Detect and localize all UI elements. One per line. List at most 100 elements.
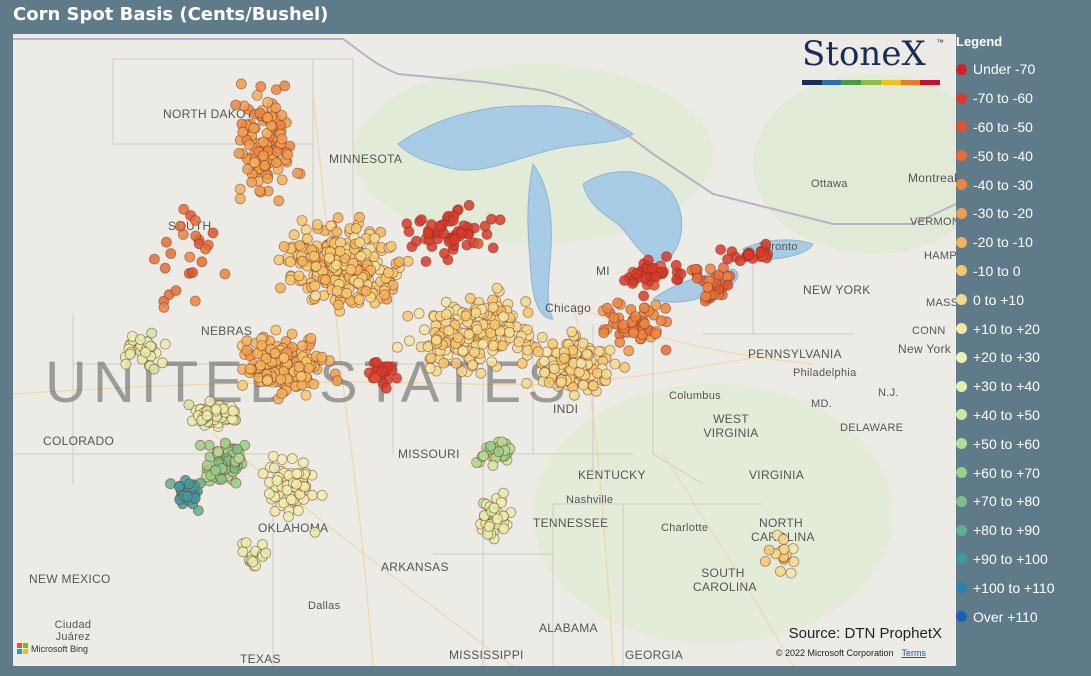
basis-point[interactable] xyxy=(135,334,146,345)
basis-point[interactable] xyxy=(296,340,308,352)
basis-point[interactable] xyxy=(425,352,437,364)
basis-point[interactable] xyxy=(498,311,509,323)
basis-point[interactable] xyxy=(577,337,589,349)
basis-point[interactable] xyxy=(173,481,185,492)
basis-point[interactable] xyxy=(158,301,170,313)
basis-point[interactable] xyxy=(460,310,472,322)
legend-item[interactable]: 0 to +10 xyxy=(956,285,1091,314)
basis-point[interactable] xyxy=(604,344,616,356)
basis-point[interactable] xyxy=(488,502,500,514)
basis-point[interactable] xyxy=(292,167,303,179)
basis-point[interactable] xyxy=(379,289,391,301)
basis-point[interactable] xyxy=(675,268,687,280)
basis-point[interactable] xyxy=(371,356,382,368)
basis-point[interactable] xyxy=(273,195,285,207)
basis-point[interactable] xyxy=(722,253,733,265)
basis-point[interactable] xyxy=(410,235,422,247)
basis-point[interactable] xyxy=(184,251,196,263)
basis-point[interactable] xyxy=(619,275,630,286)
basis-point[interactable] xyxy=(650,271,662,283)
basis-point[interactable] xyxy=(555,376,567,388)
basis-point[interactable] xyxy=(276,133,288,145)
basis-point[interactable] xyxy=(156,357,168,369)
basis-point[interactable] xyxy=(316,489,328,501)
basis-point[interactable] xyxy=(573,366,585,378)
basis-point[interactable] xyxy=(334,245,346,257)
basis-point[interactable] xyxy=(200,243,211,255)
basis-point[interactable] xyxy=(278,241,290,252)
basis-point[interactable] xyxy=(270,157,282,169)
basis-point[interactable] xyxy=(513,336,525,348)
basis-point[interactable] xyxy=(424,362,436,374)
basis-point[interactable] xyxy=(210,464,222,476)
basis-point[interactable] xyxy=(296,215,308,226)
basis-point[interactable] xyxy=(148,253,160,265)
basis-point[interactable] xyxy=(260,547,272,559)
terms-link[interactable]: Terms xyxy=(902,648,927,658)
basis-point[interactable] xyxy=(628,327,640,339)
basis-point[interactable] xyxy=(715,244,726,256)
basis-point[interactable] xyxy=(284,256,296,268)
basis-point[interactable] xyxy=(286,453,298,465)
basis-point[interactable] xyxy=(332,212,344,224)
basis-point[interactable] xyxy=(189,215,201,226)
basis-point[interactable] xyxy=(354,211,365,223)
basis-point[interactable] xyxy=(219,268,231,280)
legend-item[interactable]: +70 to +80 xyxy=(956,487,1091,516)
basis-point[interactable] xyxy=(316,351,328,363)
basis-point[interactable] xyxy=(311,219,323,231)
basis-point[interactable] xyxy=(275,282,286,294)
basis-point[interactable] xyxy=(722,279,734,291)
basis-point[interactable] xyxy=(291,478,302,490)
basis-point[interactable] xyxy=(291,468,303,480)
basis-point[interactable] xyxy=(487,340,499,351)
basis-point[interactable] xyxy=(303,362,315,374)
basis-point[interactable] xyxy=(402,310,414,322)
basis-point[interactable] xyxy=(203,439,215,451)
basis-point[interactable] xyxy=(690,263,701,275)
basis-point[interactable] xyxy=(566,326,578,338)
legend-item[interactable]: +50 to +60 xyxy=(956,429,1091,458)
basis-point[interactable] xyxy=(614,336,626,348)
basis-point[interactable] xyxy=(237,126,249,138)
basis-point[interactable] xyxy=(608,312,620,324)
basis-point[interactable] xyxy=(449,234,461,245)
basis-point[interactable] xyxy=(549,363,560,375)
basis-point[interactable] xyxy=(189,295,201,307)
basis-point[interactable] xyxy=(181,491,193,502)
basis-point[interactable] xyxy=(257,136,269,148)
basis-point[interactable] xyxy=(369,232,381,244)
basis-point[interactable] xyxy=(380,382,392,394)
basis-point[interactable] xyxy=(183,478,195,490)
basis-point[interactable] xyxy=(575,357,587,369)
basis-point[interactable] xyxy=(331,226,343,238)
basis-point[interactable] xyxy=(609,358,621,370)
basis-point[interactable] xyxy=(587,380,599,392)
basis-point[interactable] xyxy=(601,368,612,380)
basis-point[interactable] xyxy=(249,157,261,168)
basis-point[interactable] xyxy=(159,262,171,274)
basis-point[interactable] xyxy=(403,335,415,347)
basis-point[interactable] xyxy=(255,81,267,92)
basis-point[interactable] xyxy=(491,513,503,525)
basis-point[interactable] xyxy=(355,250,367,262)
basis-point[interactable] xyxy=(210,403,222,415)
basis-point[interactable] xyxy=(140,346,152,358)
basis-point[interactable] xyxy=(332,299,344,311)
basis-point[interactable] xyxy=(292,505,304,516)
basis-point[interactable] xyxy=(268,462,280,474)
legend-item[interactable]: +40 to +50 xyxy=(956,401,1091,430)
basis-point[interactable] xyxy=(734,255,746,267)
basis-point[interactable] xyxy=(470,307,482,319)
basis-point[interactable] xyxy=(702,281,714,293)
basis-point[interactable] xyxy=(262,173,274,185)
basis-point[interactable] xyxy=(661,251,672,263)
legend-item[interactable]: Under -70 xyxy=(956,55,1091,84)
basis-point[interactable] xyxy=(345,264,357,276)
basis-point[interactable] xyxy=(430,334,442,346)
basis-point[interactable] xyxy=(700,290,711,302)
basis-point[interactable] xyxy=(486,356,498,368)
basis-point[interactable] xyxy=(247,556,259,568)
basis-point[interactable] xyxy=(246,176,258,188)
basis-point[interactable] xyxy=(360,285,372,297)
